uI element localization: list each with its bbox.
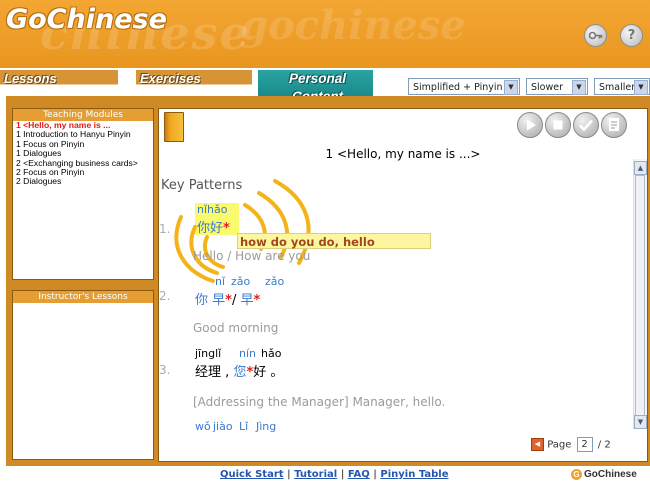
page-total: / 2 <box>597 439 611 451</box>
app-logo: GoChinese <box>6 4 167 35</box>
brand-logo-icon: G <box>571 469 582 480</box>
scroll-thumb[interactable] <box>635 175 645 420</box>
size-select[interactable]: Smaller ▼ <box>594 78 650 95</box>
hanzi-text[interactable]: 你好* <box>197 217 230 236</box>
play-icon[interactable] <box>517 112 543 138</box>
chevron-down-icon: ▼ <box>634 80 648 95</box>
hanzi-text[interactable]: 你 早*/ 早* <box>195 289 260 308</box>
tab-lessons[interactable]: Lessons <box>0 70 118 94</box>
hanzi-word[interactable]: 好 <box>253 365 266 380</box>
link-separator: | <box>340 469 345 480</box>
hanzi-word[interactable]: 你 <box>195 293 208 308</box>
edit-icon[interactable] <box>601 112 627 138</box>
help-icon[interactable]: ? <box>620 24 643 47</box>
script-select-value: Simplified + Pinyin <box>413 82 503 93</box>
hanzi-word[interactable]: 早 <box>241 293 254 308</box>
star-marker: * <box>225 293 232 308</box>
english-translation: Hello / How are you <box>193 249 311 263</box>
pinyin-text[interactable]: nǐ <box>215 275 225 288</box>
module-item[interactable]: 1 Introduction to Hanyu Pinyin <box>13 130 153 139</box>
translation-tooltip: how do you do, hello <box>237 233 431 249</box>
stop-icon[interactable] <box>545 112 571 138</box>
pinyin-text[interactable]: zǎo <box>231 275 250 288</box>
pinyin-text[interactable]: Lǐ <box>239 420 248 433</box>
instructor-lessons-panel: Instructor's Lessons <box>12 290 154 460</box>
pinyin-text[interactable]: zǎo <box>265 275 284 288</box>
speed-select[interactable]: Slower ▼ <box>526 78 588 95</box>
pattern-number: 1. <box>159 222 171 236</box>
pagination: ◀ Page 2 / 2 <box>531 437 611 452</box>
script-select[interactable]: Simplified + Pinyin ▼ <box>408 78 520 95</box>
module-item[interactable]: 1 <Hello, my name is ... <box>13 121 153 130</box>
footer-links: Quick Start | Tutorial | FAQ | Pinyin Ta… <box>220 469 448 480</box>
page-label: Page <box>547 439 572 451</box>
link-separator: | <box>373 469 377 480</box>
module-item[interactable]: 2 <Exchanging business cards> <box>13 159 153 168</box>
teaching-modules-panel: Teaching Modules 1 <Hello, my name is ..… <box>12 108 154 280</box>
footer-brand-text: GoChinese <box>584 469 637 481</box>
pattern-number: 3. <box>159 363 171 377</box>
hanzi-separator: / <box>231 293 237 308</box>
pinyin-text[interactable]: Jìng <box>256 420 276 433</box>
book-icon[interactable] <box>164 112 184 142</box>
pinyin-text[interactable]: jiào <box>213 420 233 433</box>
pinyin-text[interactable]: wǒ <box>195 420 211 433</box>
chevron-down-icon: ▼ <box>572 80 586 95</box>
link-separator: | <box>287 469 291 480</box>
hanzi-text[interactable]: 经理 , 您*好 。 <box>195 361 283 380</box>
tab-label: Exercises <box>140 71 201 86</box>
pinyin-text[interactable]: hǎo <box>261 347 281 360</box>
hanzi-word[interactable]: 经理 <box>195 365 221 380</box>
english-translation: [Addressing the Manager] Manager, hello. <box>193 395 446 409</box>
tab-exercises[interactable]: Exercises <box>136 70 252 94</box>
check-icon[interactable] <box>573 112 599 138</box>
module-item[interactable]: 1 Focus on Pinyin <box>13 140 153 149</box>
pinyin-table-link[interactable]: Pinyin Table <box>380 469 448 480</box>
tab-personal-content[interactable]: Personal Content <box>258 70 373 104</box>
lesson-content: 1 <Hello, my name is ...> Key Patterns 1… <box>158 108 648 462</box>
pinyin-text[interactable]: nín <box>239 347 256 360</box>
star-marker: * <box>253 293 261 308</box>
footer: Quick Start | Tutorial | FAQ | Pinyin Ta… <box>0 466 650 483</box>
key-icon[interactable] <box>584 24 607 47</box>
chevron-down-icon: ▼ <box>504 80 518 95</box>
content-scrollbar[interactable]: ▲ ▼ <box>633 159 647 429</box>
english-translation: Good morning <box>193 321 279 335</box>
page-number-input[interactable]: 2 <box>576 437 593 452</box>
tutorial-link[interactable]: Tutorial <box>294 469 337 480</box>
speed-select-value: Slower <box>531 82 564 93</box>
hanzi-separator: , <box>225 365 230 380</box>
quick-start-link[interactable]: Quick Start <box>220 469 284 480</box>
hanzi-word[interactable]: 你好 <box>197 221 223 236</box>
module-item[interactable]: 2 Focus on Pinyin <box>13 168 153 177</box>
scroll-up-icon[interactable]: ▲ <box>634 161 647 175</box>
pattern-number: 2. <box>159 289 171 303</box>
lesson-title: 1 <Hello, my name is ...> <box>325 147 481 161</box>
pinyin-text[interactable]: nǐhǎo <box>197 203 227 216</box>
hanzi-word[interactable]: 您 <box>233 365 246 380</box>
star-marker: * <box>223 221 230 236</box>
faq-link[interactable]: FAQ <box>348 469 370 480</box>
teaching-modules-title: Teaching Modules <box>13 109 153 121</box>
hanzi-separator: 。 <box>270 365 284 380</box>
tab-label: Lessons <box>4 71 57 86</box>
hanzi-word[interactable]: 早 <box>212 293 225 308</box>
footer-brand: G GoChinese <box>571 469 637 480</box>
header-watermark-2: gochinese <box>240 2 466 49</box>
module-item[interactable]: 2 Dialogues <box>13 177 153 186</box>
module-item[interactable]: 1 Dialogues <box>13 149 153 158</box>
size-select-value: Smaller <box>599 82 636 93</box>
instructor-lessons-title: Instructor's Lessons <box>13 291 153 303</box>
scroll-down-icon[interactable]: ▼ <box>634 415 647 429</box>
pinyin-text[interactable]: jīnglǐ <box>195 347 221 360</box>
previous-page-icon[interactable]: ◀ <box>531 438 544 451</box>
app-header: chinese gochinese GoChinese ? <box>0 0 650 68</box>
